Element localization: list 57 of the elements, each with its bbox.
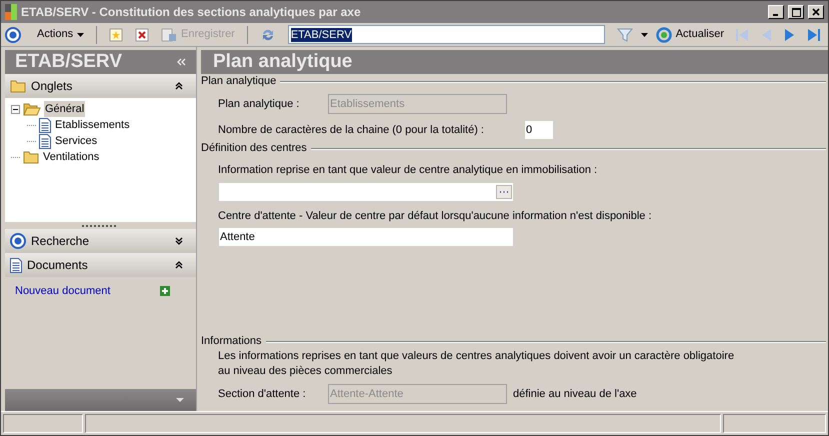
app-icon [5, 4, 17, 20]
field-label: Plan analytique : [218, 96, 300, 112]
tree-item[interactable]: Services [54, 132, 98, 150]
save-icon [161, 28, 178, 42]
folder-icon [23, 150, 39, 164]
field-suffix: définie au niveau de l'axe [513, 386, 637, 402]
add-icon[interactable] [160, 286, 170, 296]
input-field[interactable]: Attente [218, 227, 514, 247]
section-header[interactable]: Recherche [5, 229, 196, 253]
filter-icon[interactable] [616, 26, 633, 42]
document-icon [39, 118, 51, 132]
folder-icon [10, 79, 26, 93]
new-icon[interactable] [109, 28, 124, 42]
field-label: Nombre de caractères de la chaine (0 pour la totalité) : [218, 122, 484, 138]
refresh-icon [656, 26, 672, 42]
refresh-button[interactable]: Actualiser [652, 26, 728, 43]
tree-item[interactable]: Général [44, 100, 86, 118]
tree-item[interactable]: Etablissements [54, 116, 131, 134]
target-icon [10, 233, 26, 249]
info-text: Les informations reprises en tant que valeurs de centres analytiques doivent avoir un caractère obligatoire au niveau des pièces commerciales [218, 349, 736, 379]
search-field[interactable]: ETAB/SERV [288, 25, 605, 44]
expand-icon[interactable] [175, 237, 183, 245]
section-header[interactable]: Onglets [5, 74, 196, 98]
minimize-button[interactable] [768, 5, 784, 19]
target-icon[interactable] [5, 26, 21, 42]
input-field[interactable]: 0 [524, 120, 554, 140]
close-icon [812, 8, 820, 16]
last-icon[interactable] [806, 26, 822, 42]
collapse-toggle-icon[interactable] [11, 104, 20, 114]
group-title: Informations [201, 334, 262, 350]
collapse-icon[interactable] [175, 261, 183, 269]
sidebar-title: ETAB/SERV [15, 50, 123, 74]
close-button[interactable] [808, 5, 824, 19]
input-field: Etablissements [328, 94, 507, 114]
page-title: Plan analytique [213, 50, 352, 74]
field-label: Information reprise en tant que valeur de centre analytique en immobilisation : [218, 163, 598, 178]
field-label: Centre d'attente - Valeur de centre par défaut lorsqu'aucune information n'est disponible : [218, 208, 653, 224]
maximize-icon [792, 8, 800, 16]
section-header[interactable]: Documents [5, 253, 196, 277]
new-document-link[interactable]: Nouveau document [15, 283, 110, 300]
ellipsis-button[interactable] [496, 184, 512, 198]
group-title: Plan analytique [201, 74, 276, 90]
open-folder-icon [23, 102, 41, 116]
window-title: ETAB/SERV - Constitution des sections analytiques par axe [21, 4, 362, 21]
document-icon [10, 258, 22, 272]
collapse-icon[interactable] [175, 82, 183, 90]
caret-icon[interactable] [640, 32, 648, 36]
tree-item[interactable]: Ventilations [42, 148, 100, 166]
group-title: Définition des centres [201, 141, 307, 156]
delete-icon[interactable] [135, 28, 150, 42]
input-field: Attente-Attente [328, 384, 507, 404]
lookup-field[interactable] [218, 182, 514, 202]
actions-menu-button[interactable]: Actions [33, 26, 88, 43]
caret-icon [77, 32, 84, 36]
field-label: Section d'attente : [218, 386, 307, 402]
maximize-button[interactable] [788, 5, 804, 19]
document-icon [39, 134, 51, 148]
